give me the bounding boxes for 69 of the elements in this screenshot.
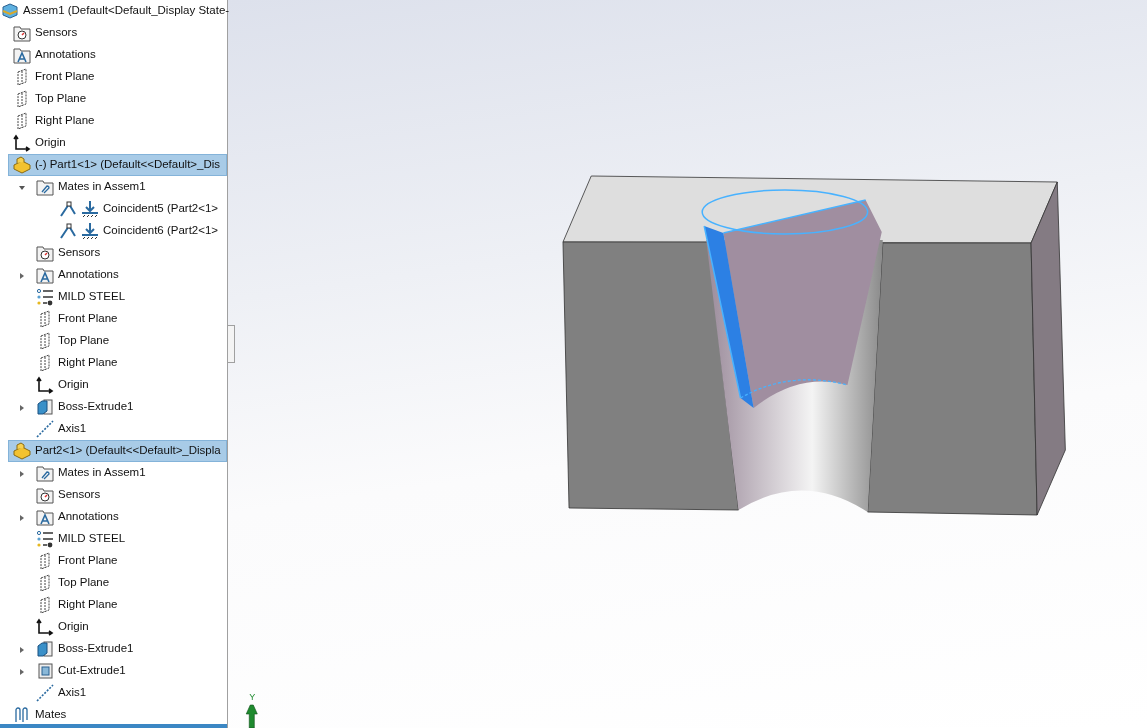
angle-mate-icon <box>59 200 77 218</box>
tree-item[interactable]: Boss-Extrude1 <box>0 396 227 418</box>
expand-toggle-icon[interactable] <box>18 470 26 478</box>
tree-item[interactable]: Part2<1> (Default<<Default>_Displa <box>8 440 227 462</box>
tree-item[interactable]: Boss-Extrude1 <box>0 638 227 660</box>
tree-item[interactable]: Top Plane <box>0 330 227 352</box>
tree-item[interactable]: Sensors <box>0 242 227 264</box>
paperclip-icon <box>13 706 31 724</box>
tree-item[interactable]: Front Plane <box>0 66 227 88</box>
material-list-icon <box>36 530 54 548</box>
assembly-icon <box>1 2 19 20</box>
tree-item[interactable]: Assem1 (Default<Default_Display State- <box>0 0 227 22</box>
tree-item[interactable]: Right Plane <box>0 352 227 374</box>
tree-item[interactable]: Coincident5 (Part2<1> <box>0 198 227 220</box>
expand-toggle-icon[interactable] <box>18 514 26 522</box>
tree-item[interactable]: Mates in Assem1 <box>0 462 227 484</box>
tree-item[interactable]: Cut-Extrude1 <box>0 660 227 682</box>
tree-item[interactable]: Origin <box>0 616 227 638</box>
tree-item[interactable]: Right Plane <box>0 594 227 616</box>
tree-item[interactable]: MILD STEEL <box>0 286 227 308</box>
axis-line-icon <box>36 684 54 702</box>
tree-item[interactable]: Annotations <box>0 264 227 286</box>
tree-item[interactable]: Front Plane <box>0 550 227 572</box>
tree-item[interactable]: Annotations <box>0 506 227 528</box>
part-icon <box>13 156 31 174</box>
sensor-folder-icon <box>36 486 54 504</box>
splitter-handle[interactable] <box>227 325 235 363</box>
tree-item[interactable]: Top Plane <box>0 572 227 594</box>
annotation-folder-icon <box>13 46 31 64</box>
y-axis-arrow-icon <box>245 704 258 728</box>
origin-axes-icon <box>13 134 31 152</box>
extrude-feature-icon <box>36 398 54 416</box>
tree-item[interactable]: Origin <box>0 374 227 396</box>
coincident-mate-icon <box>81 222 99 240</box>
expand-toggle-icon[interactable] <box>18 646 26 654</box>
part-icon <box>13 442 31 460</box>
expand-toggle-icon[interactable] <box>18 668 26 676</box>
tree-item[interactable]: Axis1 <box>0 418 227 440</box>
tree-item[interactable]: Top Plane <box>0 88 227 110</box>
tree-item[interactable]: Mates in Assem1 <box>0 176 227 198</box>
tree-item[interactable]: Front Plane <box>0 308 227 330</box>
origin-axes-icon <box>36 376 54 394</box>
tree-item[interactable]: Annotations <box>0 44 227 66</box>
expand-toggle-icon[interactable] <box>18 404 26 412</box>
tree-item[interactable]: Right Plane <box>0 110 227 132</box>
extrude-feature-icon <box>36 640 54 658</box>
origin-axes-icon <box>36 618 54 636</box>
tree-item[interactable]: Sensors <box>0 484 227 506</box>
sensor-folder-icon <box>13 24 31 42</box>
angle-mate-icon <box>59 222 77 240</box>
tree-item[interactable]: Axis1 <box>0 682 227 704</box>
axis-label: Y <box>249 692 256 702</box>
tree-item[interactable]: Coincident6 (Part2<1> <box>0 220 227 242</box>
tree-item[interactable]: (-) Part1<1> (Default<<Default>_Dis <box>8 154 227 176</box>
mate-folder-icon <box>36 178 54 196</box>
sensor-folder-icon <box>36 244 54 262</box>
expand-toggle-icon[interactable] <box>18 272 26 280</box>
expand-toggle-icon[interactable] <box>18 184 26 192</box>
tree-item[interactable]: MILD STEEL <box>0 528 227 550</box>
coincident-mate-icon <box>81 200 99 218</box>
material-list-icon <box>36 288 54 306</box>
tree-item[interactable]: Origin <box>0 132 227 154</box>
tree-item[interactable]: Sensors <box>0 22 227 44</box>
cut-feature-icon <box>36 662 54 680</box>
annotation-folder-icon <box>36 508 54 526</box>
annotation-folder-icon <box>36 266 54 284</box>
mate-folder-icon <box>36 464 54 482</box>
axis-line-icon <box>36 420 54 438</box>
tree-item[interactable]: Mates <box>0 704 227 726</box>
